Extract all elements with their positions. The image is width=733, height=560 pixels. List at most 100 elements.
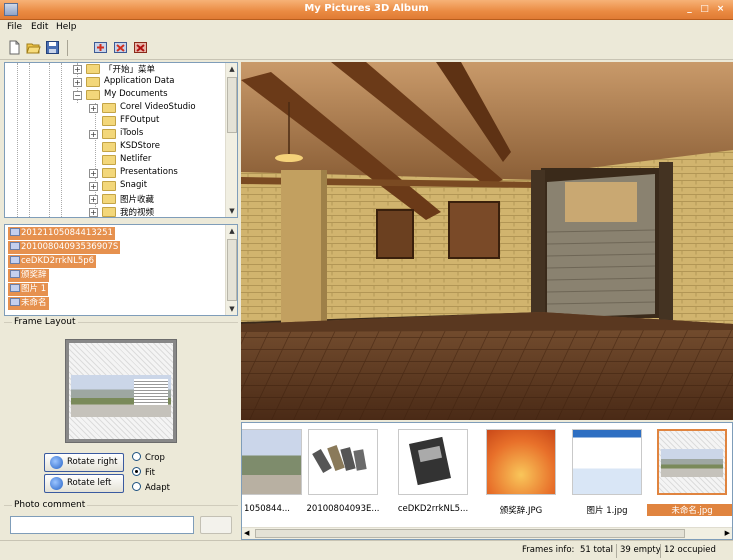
file-item[interactable]: ceDKD2rrkNL5p6 [8, 255, 97, 268]
image-file-icon [10, 256, 20, 264]
scroll-thumb[interactable] [227, 77, 237, 133]
file-item[interactable]: 图片 1 [8, 283, 49, 296]
thumbnail-item[interactable] [308, 429, 378, 503]
image-file-icon [10, 284, 20, 292]
album-3d-viewport[interactable] [241, 62, 733, 420]
expand-icon[interactable]: + [89, 195, 98, 204]
rotate-left-icon [50, 477, 63, 490]
file-item-label: 图片 1 [21, 284, 47, 294]
file-item-label: ceDKD2rrkNL5p6 [21, 256, 95, 266]
file-item[interactable]: 未命名 [8, 297, 49, 310]
remove-frame-icon[interactable] [113, 40, 128, 55]
add-frame-icon[interactable] [93, 40, 108, 55]
title-bar[interactable]: My Pictures 3D Album _ □ × [0, 0, 733, 20]
new-document-icon[interactable] [7, 40, 22, 55]
clear-frames-icon[interactable] [133, 40, 148, 55]
collapse-icon[interactable]: − [73, 91, 82, 100]
scroll-down-icon[interactable]: ▼ [226, 205, 237, 217]
photo-comment-group: Photo comment [4, 500, 238, 545]
tree-item-label: iTools [120, 128, 144, 138]
save-icon[interactable] [45, 40, 60, 55]
thumbnail-item[interactable] [398, 429, 468, 503]
scroll-thumb[interactable] [227, 239, 237, 301]
rotate-right-button[interactable]: Rotate right [44, 453, 124, 472]
maximize-button[interactable]: □ [698, 3, 711, 16]
frames-info-label: Frames info: [522, 545, 575, 555]
image-file-icon [10, 242, 20, 250]
tree-item-label: Netlifer [120, 154, 152, 164]
file-item[interactable]: 20100804093536907S [8, 241, 121, 254]
frames-empty: 39 empty [620, 545, 661, 555]
thumbnail-photo [661, 449, 723, 477]
tree-item-label: Application Data [104, 76, 175, 86]
menu-help[interactable]: Help [56, 22, 77, 32]
radio-fit[interactable]: Fit [132, 467, 155, 478]
scroll-thumb[interactable] [255, 529, 685, 538]
expand-icon[interactable]: + [89, 208, 98, 217]
expand-icon[interactable]: + [89, 169, 98, 178]
expand-icon[interactable]: + [89, 104, 98, 113]
thumbnail-item[interactable] [242, 429, 302, 503]
frame-preview [65, 339, 177, 443]
open-folder-icon[interactable] [26, 40, 41, 55]
expand-icon[interactable]: + [89, 182, 98, 191]
expand-icon[interactable]: + [89, 130, 98, 139]
radio-fit-label: Fit [145, 468, 155, 478]
thumbnail-label: 图片 1.jpg [586, 506, 628, 516]
tree-item-label: 「开始」菜单 [104, 65, 156, 75]
radio-fit-control[interactable] [132, 467, 141, 476]
file-item[interactable]: 颁奖辞 [8, 269, 49, 282]
thumbnail-item-selected[interactable] [657, 429, 727, 503]
3d-room-render [241, 62, 733, 420]
file-list[interactable]: 20121105084413251 20100804093536907S ceD… [4, 224, 238, 316]
minimize-button[interactable]: _ [683, 3, 696, 16]
folder-icon [86, 64, 100, 74]
thumbnail-item[interactable] [486, 429, 556, 503]
frames-occupied: 12 occupied [664, 545, 716, 555]
menu-file[interactable]: File [7, 22, 22, 32]
tree-item-label: My Documents [104, 89, 168, 99]
frame-photo [71, 375, 171, 417]
thumbnail-label: 颁奖辞.JPG [499, 506, 543, 516]
scroll-up-icon[interactable]: ▲ [226, 225, 237, 237]
radio-adapt[interactable]: Adapt [132, 482, 170, 493]
scroll-right-icon[interactable]: ▶ [725, 529, 730, 537]
radio-crop-control[interactable] [132, 452, 141, 461]
status-bar: Frames info: 51 total 39 empty 12 occupi… [0, 540, 733, 560]
folder-icon [102, 142, 116, 152]
tree-item-label: 图片收藏 [120, 195, 155, 205]
folder-tree[interactable]: + 「开始」菜单 + Application Data − My Documen… [4, 62, 238, 218]
thumbnail-strip[interactable]: 1050844... 20100804093E... ceDKD2rrkNL5.… [241, 422, 733, 540]
expand-icon[interactable]: + [73, 65, 82, 74]
thumbnail-image [572, 429, 642, 495]
folder-icon [86, 77, 100, 87]
scroll-up-icon[interactable]: ▲ [226, 63, 237, 75]
folder-icon [102, 181, 116, 191]
menu-edit[interactable]: Edit [31, 22, 48, 32]
tree-scrollbar[interactable]: ▲ ▼ [225, 63, 237, 217]
scroll-down-icon[interactable]: ▼ [226, 303, 237, 315]
tree-item-label: Corel VideoStudio [120, 102, 196, 112]
radio-crop[interactable]: Crop [132, 452, 165, 463]
file-list-scrollbar[interactable]: ▲ ▼ [225, 225, 237, 315]
thumbnail-label: ceDKD2rrkNL5... [397, 504, 469, 514]
radio-adapt-control[interactable] [132, 482, 141, 491]
frame-layout-title: Frame Layout [12, 317, 78, 327]
file-item[interactable]: 20121105084413251 [8, 227, 115, 240]
frame-layout-group: Frame Layout Rotate right Rotate left Cr… [4, 317, 238, 497]
close-button[interactable]: × [714, 3, 727, 16]
rotate-left-button[interactable]: Rotate left [44, 474, 124, 493]
thumbnail-image [657, 429, 727, 495]
toolbar-separator [67, 40, 68, 56]
comment-ok-button[interactable] [200, 516, 232, 534]
thumbnail-item[interactable] [572, 429, 642, 503]
thumbnail-scrollbar[interactable]: ◀ ▶ [242, 527, 732, 539]
photo-comment-input[interactable] [10, 516, 194, 534]
status-divider [660, 544, 661, 558]
scroll-left-icon[interactable]: ◀ [244, 529, 249, 537]
file-item-label: 20121105084413251 [21, 228, 113, 238]
folder-icon [102, 103, 116, 113]
tree-item-label: FFOutput [120, 115, 160, 125]
expand-icon[interactable]: + [73, 78, 82, 87]
folder-icon [102, 155, 116, 165]
